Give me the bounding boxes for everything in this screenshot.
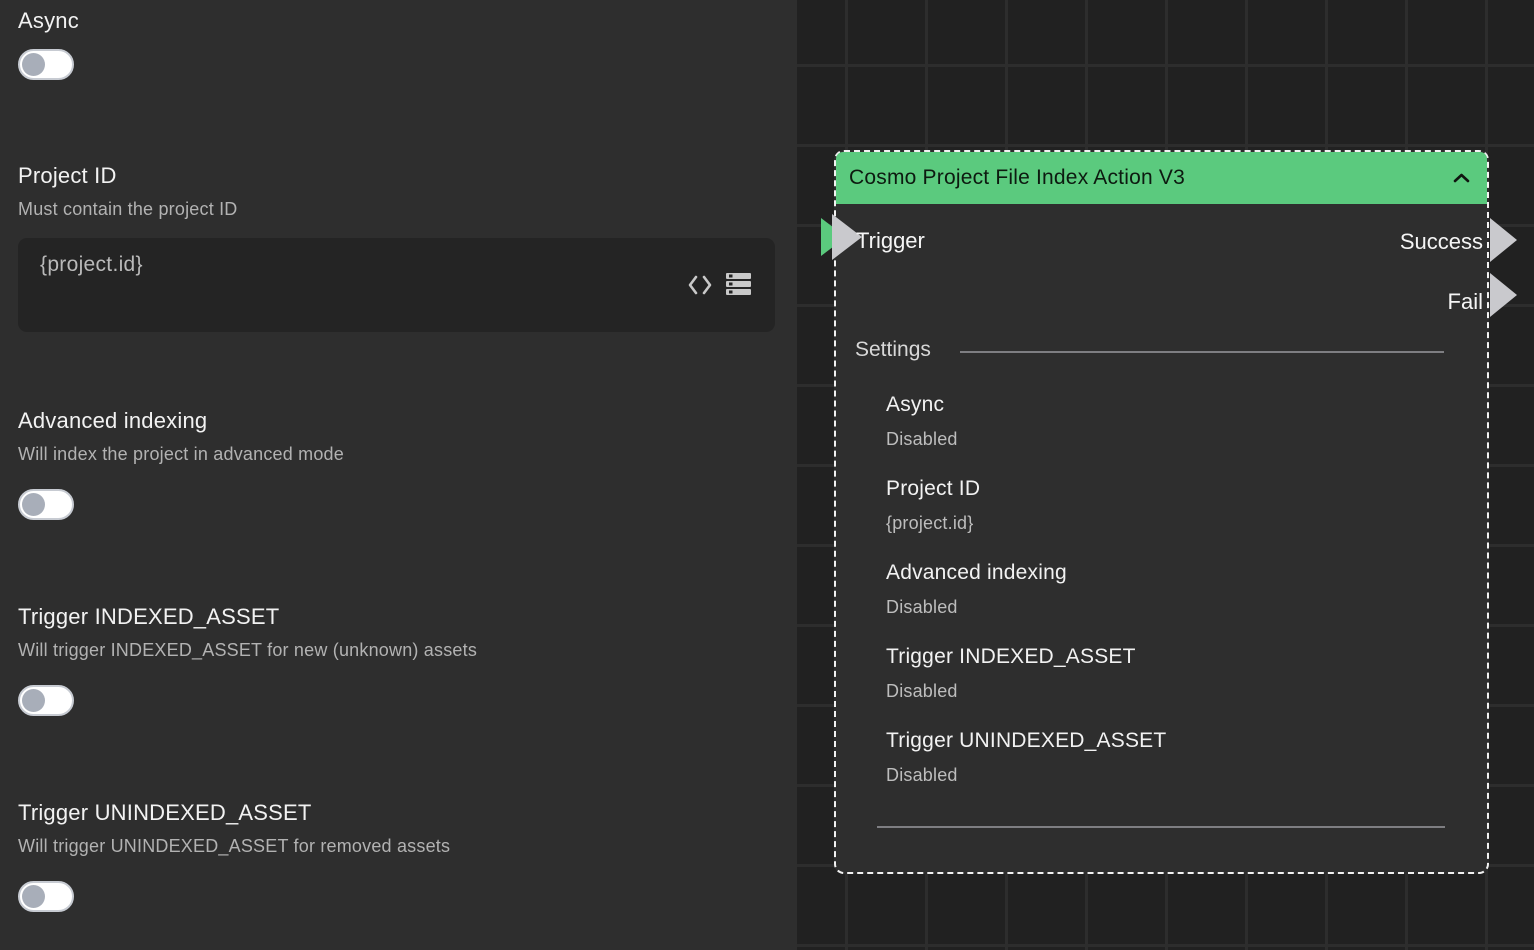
output-port-label-success: Success — [1400, 229, 1483, 255]
input-port-label: Trigger — [856, 228, 925, 254]
setting-name: Project ID — [886, 476, 1457, 502]
async-field-label: Async — [18, 8, 79, 34]
output-port-fail[interactable] — [1490, 273, 1517, 317]
output-port-success[interactable] — [1490, 218, 1517, 262]
project-id-value[interactable]: {project.id} — [40, 253, 143, 277]
node-section-title: Settings — [855, 338, 931, 362]
setting-name: Trigger UNINDEXED_ASSET — [886, 728, 1457, 754]
list-icon[interactable] — [726, 273, 751, 296]
node-setting-item: Trigger UNINDEXED_ASSET Disabled — [886, 728, 1457, 786]
toggle-knob — [22, 689, 45, 712]
advanced-indexing-toggle[interactable] — [18, 489, 74, 520]
setting-name: Async — [886, 392, 1457, 418]
advanced-indexing-field-description: Will index the project in advanced mode — [18, 444, 344, 465]
node-settings-list: Async Disabled Project ID {project.id} A… — [886, 392, 1457, 786]
node-setting-item: Advanced indexing Disabled — [886, 560, 1457, 618]
project-id-field-description: Must contain the project ID — [18, 199, 238, 220]
section-divider — [960, 351, 1444, 353]
project-id-field-label: Project ID — [18, 163, 117, 189]
setting-value: {project.id} — [886, 512, 1457, 534]
output-port-label-fail: Fail — [1448, 289, 1483, 315]
trigger-indexed-asset-field-description: Will trigger INDEXED_ASSET for new (unkn… — [18, 640, 477, 661]
trigger-unindexed-asset-field-label: Trigger UNINDEXED_ASSET — [18, 800, 312, 826]
node-header[interactable]: Cosmo Project File Index Action V3 — [836, 152, 1487, 204]
setting-name: Trigger INDEXED_ASSET — [886, 644, 1457, 670]
setting-value: Disabled — [886, 596, 1457, 618]
trigger-unindexed-asset-toggle[interactable] — [18, 881, 74, 912]
setting-value: Disabled — [886, 680, 1457, 702]
node-card-cosmo-project-file-index-action[interactable]: Cosmo Project File Index Action V3 Trigg… — [834, 150, 1489, 874]
node-setting-item: Project ID {project.id} — [886, 476, 1457, 534]
trigger-indexed-asset-toggle[interactable] — [18, 685, 74, 716]
trigger-unindexed-asset-field-description: Will trigger UNINDEXED_ASSET for removed… — [18, 836, 450, 857]
project-id-input[interactable]: {project.id} — [18, 238, 775, 332]
setting-value: Disabled — [886, 428, 1457, 450]
settings-panel: Async Project ID Must contain the projec… — [0, 0, 797, 950]
toggle-knob — [22, 53, 45, 76]
setting-name: Advanced indexing — [886, 560, 1457, 586]
toggle-knob — [22, 885, 45, 908]
code-icon[interactable] — [687, 274, 713, 296]
async-toggle[interactable] — [18, 49, 74, 80]
node-setting-item: Trigger INDEXED_ASSET Disabled — [886, 644, 1457, 702]
toggle-knob — [22, 493, 45, 516]
node-setting-item: Async Disabled — [886, 392, 1457, 450]
workflow-canvas[interactable]: Cosmo Project File Index Action V3 Trigg… — [797, 0, 1534, 950]
chevron-up-icon[interactable] — [1452, 172, 1471, 184]
trigger-indexed-asset-field-label: Trigger INDEXED_ASSET — [18, 604, 279, 630]
advanced-indexing-field-label: Advanced indexing — [18, 408, 207, 434]
node-footer-divider — [877, 826, 1445, 828]
node-title: Cosmo Project File Index Action V3 — [849, 166, 1452, 190]
setting-value: Disabled — [886, 764, 1457, 786]
